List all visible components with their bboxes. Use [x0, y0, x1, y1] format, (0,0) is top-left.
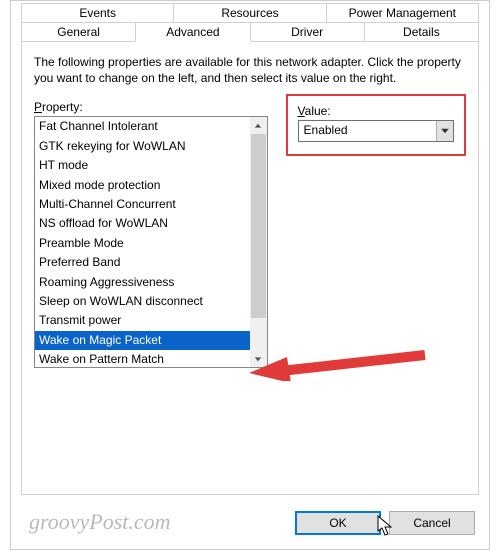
- value-dropdown-text: Enabled: [299, 121, 436, 141]
- tab-driver[interactable]: Driver: [250, 22, 365, 42]
- property-item[interactable]: Wake on Pattern Match: [35, 350, 250, 367]
- tab-events[interactable]: Events: [21, 3, 174, 23]
- value-dropdown[interactable]: Enabled: [298, 120, 454, 142]
- tab-general[interactable]: General: [21, 22, 136, 42]
- scrollbar[interactable]: [250, 117, 267, 367]
- value-highlight-box: Value: Enabled: [286, 94, 466, 156]
- tab-advanced[interactable]: Advanced: [135, 22, 250, 42]
- property-item[interactable]: Multi-Channel Concurrent: [35, 195, 250, 214]
- property-item[interactable]: Mixed mode protection: [35, 176, 250, 195]
- tab-strip: EventsResourcesPower Management GeneralA…: [11, 1, 489, 43]
- scroll-track[interactable]: [250, 134, 267, 350]
- scroll-up-button[interactable]: [250, 117, 267, 134]
- scroll-thumb[interactable]: [251, 134, 266, 318]
- property-item[interactable]: HT mode: [35, 156, 250, 175]
- property-item[interactable]: Preamble Mode: [35, 234, 250, 253]
- dialog-button-bar: OK Cancel: [295, 511, 475, 535]
- tab-resources[interactable]: Resources: [173, 3, 326, 23]
- ok-button[interactable]: OK: [295, 511, 381, 535]
- tab-panel-advanced: The following properties are available f…: [21, 42, 479, 495]
- property-item[interactable]: Fat Channel Intolerant: [35, 117, 250, 136]
- cancel-button[interactable]: Cancel: [389, 511, 475, 535]
- properties-dialog: EventsResourcesPower Management GeneralA…: [10, 0, 490, 550]
- chevron-down-icon[interactable]: [436, 121, 453, 141]
- property-item[interactable]: GTK rekeying for WoWLAN: [35, 137, 250, 156]
- tab-details[interactable]: Details: [364, 22, 479, 42]
- tab-power-management[interactable]: Power Management: [326, 3, 479, 23]
- property-item[interactable]: Wake on Magic Packet: [35, 331, 250, 350]
- property-listbox[interactable]: Fat Channel IntolerantGTK rekeying for W…: [34, 116, 268, 368]
- value-label: Value:: [298, 104, 454, 118]
- intro-text: The following properties are available f…: [34, 54, 466, 86]
- watermark: groovyPost.com: [29, 509, 171, 535]
- property-item[interactable]: Roaming Aggressiveness: [35, 273, 250, 292]
- scroll-down-button[interactable]: [250, 350, 267, 367]
- property-item[interactable]: Sleep on WoWLAN disconnect: [35, 292, 250, 311]
- property-item[interactable]: Transmit power: [35, 311, 250, 330]
- property-label: Property:: [34, 100, 268, 114]
- property-item[interactable]: Preferred Band: [35, 253, 250, 272]
- property-item[interactable]: NS offload for WoWLAN: [35, 214, 250, 233]
